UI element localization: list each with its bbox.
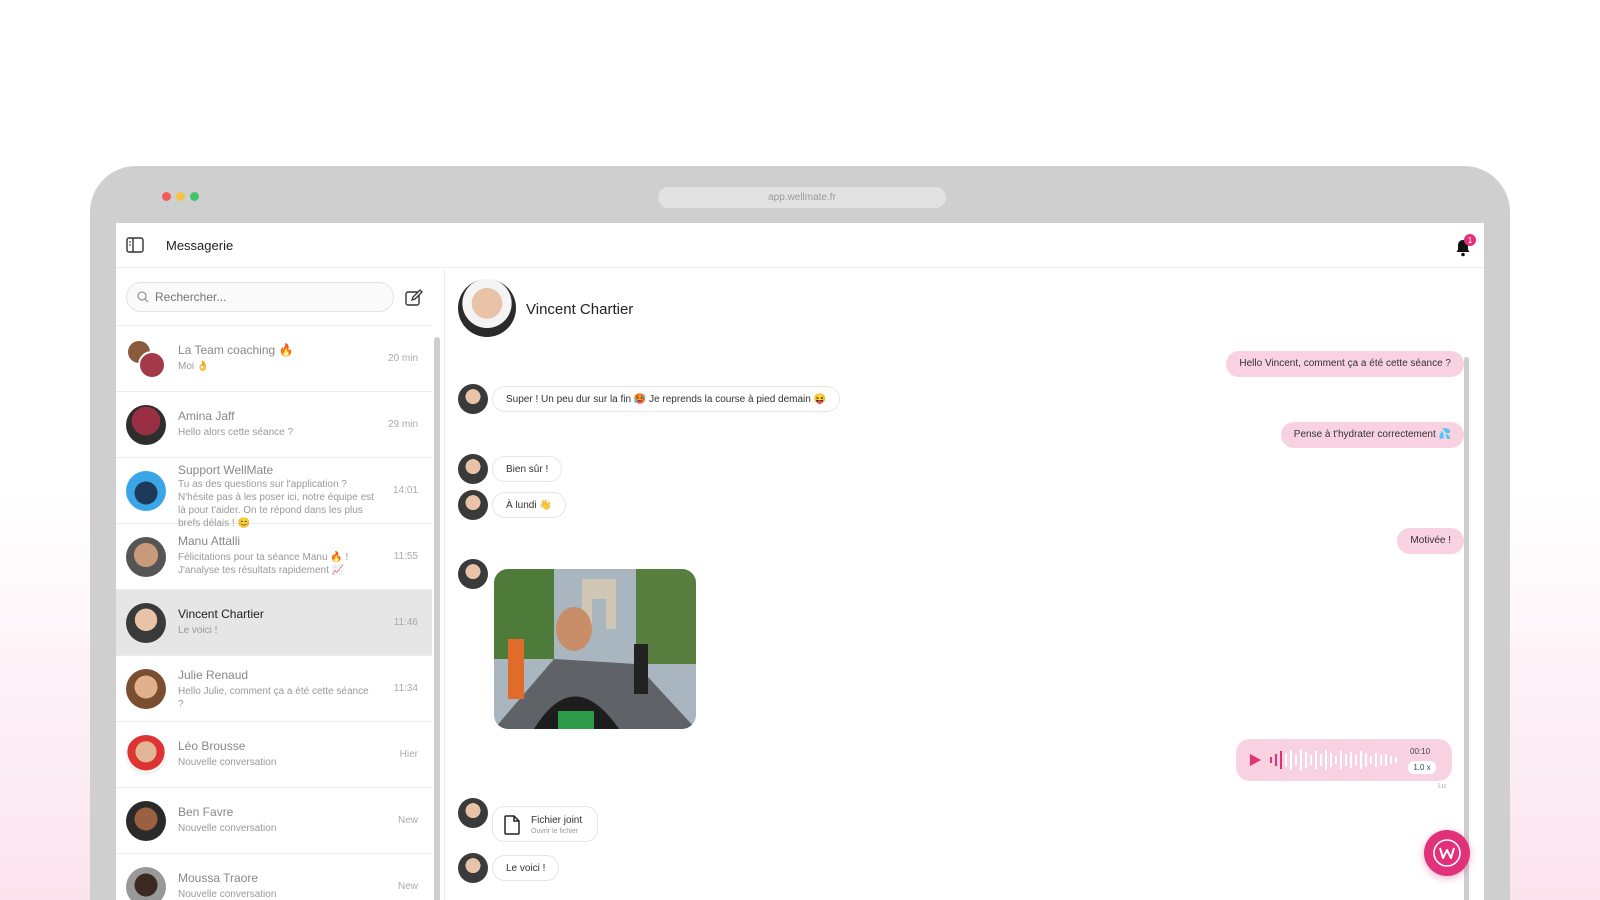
conversation-name: Vincent Chartier — [178, 607, 264, 621]
avatar — [126, 471, 166, 511]
app-screen: Messagerie 1 Rechercher... La Team coach… — [116, 223, 1484, 900]
open-file-link[interactable]: Ouvrir le fichier — [531, 828, 578, 835]
playback-speed-button[interactable]: 1.0 x — [1408, 761, 1436, 774]
window-controls — [162, 192, 199, 201]
file-attachment[interactable]: Fichier joint Ouvrir le fichier — [492, 806, 598, 842]
conversation-name: Support WellMate — [178, 463, 274, 477]
avatar — [126, 537, 166, 577]
conversation-preview: Tu as des questions sur l'application ? … — [178, 479, 374, 529]
voice-duration: 00:10 — [1410, 747, 1431, 756]
conversation-name: Manu Attalli — [178, 534, 241, 548]
avatar — [126, 339, 166, 379]
avatar — [126, 867, 166, 900]
conversation-time: 11:34 — [393, 683, 418, 694]
conversation-item[interactable]: Julie Renaud Hello Julie, comment ça a é… — [116, 656, 432, 722]
sender-avatar — [458, 384, 488, 414]
conversation-time: 29 min — [387, 419, 418, 430]
conversation-time: New — [397, 881, 418, 892]
conversation-item[interactable]: Amina Jaff Hello alors cette séance ? 29… — [116, 392, 432, 458]
message-bubble-outgoing: Pense à t'hydrater correctement 💦 — [1280, 422, 1464, 448]
conversation-preview: Nouvelle conversation — [178, 889, 277, 900]
sidebar-toggle-icon[interactable] — [126, 237, 144, 253]
notification-badge: 1 — [1464, 234, 1476, 246]
conversation-time: 11:46 — [393, 617, 418, 628]
selfie-photo — [494, 569, 696, 729]
avatar — [126, 669, 166, 709]
photo-attachment[interactable] — [494, 569, 696, 729]
contact-avatar[interactable] — [458, 279, 516, 337]
search-icon — [137, 291, 149, 303]
search-input[interactable] — [155, 290, 375, 304]
file-name: Fichier joint — [531, 815, 583, 826]
brand-fab-button[interactable] — [1424, 830, 1470, 876]
message-bubble-incoming: Le voici ! — [492, 855, 560, 881]
conversation-scrollbar[interactable] — [434, 337, 440, 900]
avatar — [126, 603, 166, 643]
play-icon[interactable] — [1248, 753, 1262, 767]
conversation-time: New — [397, 815, 418, 826]
avatar — [126, 735, 166, 775]
conversation-item[interactable]: La Team coaching 🔥 Moi 👌 20 min — [116, 326, 432, 392]
conversation-preview: Nouvelle conversation — [178, 823, 277, 834]
search-box[interactable] — [126, 282, 394, 312]
avatar — [126, 801, 166, 841]
top-bar: Messagerie 1 — [116, 223, 1484, 268]
sender-avatar — [458, 853, 488, 883]
read-status: Lu — [1438, 783, 1446, 790]
laptop-frame: app.wellmate.fr Messagerie 1 Rechercher.… — [90, 166, 1510, 900]
conversation-preview: Moi 👌 — [178, 361, 210, 372]
conversation-list: La Team coaching 🔥 Moi 👌 20 min Amina Ja… — [116, 325, 432, 900]
close-dot[interactable] — [162, 192, 171, 201]
message-bubble-incoming: Bien sûr ! — [492, 456, 563, 482]
maximize-dot[interactable] — [190, 192, 199, 201]
voice-waveform[interactable] — [1270, 747, 1400, 773]
conversation-preview: Le voici ! — [178, 625, 218, 636]
conversation-time: 20 min — [387, 353, 418, 364]
file-icon — [504, 815, 520, 835]
page-title: Messagerie — [166, 238, 234, 253]
conversation-name: Léo Brousse — [178, 739, 246, 753]
conversation-time: 11:55 — [393, 551, 418, 562]
conversation-name: Amina Jaff — [178, 409, 235, 423]
conversation-item[interactable]: Moussa Traore Nouvelle conversation New — [116, 854, 432, 900]
conversation-preview: Félicitations pour ta séance Manu 🔥 ! J'… — [178, 552, 349, 576]
minimize-dot[interactable] — [176, 192, 185, 201]
chat-panel: Vincent Chartier Hello Vincent, comment … — [446, 269, 1484, 900]
conversation-item[interactable]: Support WellMate Tu as des questions sur… — [116, 458, 432, 529]
conversation-item[interactable]: Manu Attalli Félicitations pour ta séanc… — [116, 524, 432, 590]
conversation-name: Ben Favre — [178, 805, 234, 819]
chat-scrollbar[interactable] — [1464, 357, 1469, 900]
conversation-preview: Hello Julie, comment ça a été cette séan… — [178, 686, 369, 710]
conversation-item[interactable]: Léo Brousse Nouvelle conversation Hier — [116, 722, 432, 788]
conversation-name: Moussa Traore — [178, 871, 259, 885]
voice-message: 00:10 1.0 x — [1236, 739, 1452, 781]
conversation-item[interactable]: Ben Favre Nouvelle conversation New — [116, 788, 432, 854]
conversation-item-active[interactable]: Vincent Chartier Le voici ! 11:46 — [116, 590, 432, 656]
contact-name: Vincent Chartier — [526, 301, 634, 318]
compose-icon[interactable] — [404, 288, 424, 308]
sender-avatar — [458, 490, 488, 520]
message-bubble-outgoing: Motivée ! — [1397, 528, 1464, 554]
sender-avatar — [458, 559, 488, 589]
conversation-time: 14:01 — [392, 485, 418, 496]
notifications-button[interactable]: 1 — [1454, 234, 1476, 258]
avatar — [126, 405, 166, 445]
url-bar[interactable]: app.wellmate.fr — [658, 187, 946, 208]
conversation-preview: Hello alors cette séance ? — [178, 427, 294, 438]
message-bubble-incoming: À lundi 👋 — [492, 492, 566, 518]
sender-avatar — [458, 454, 488, 484]
conversation-panel: La Team coaching 🔥 Moi 👌 20 min Amina Ja… — [116, 269, 445, 900]
conversation-name: La Team coaching 🔥 — [178, 343, 294, 357]
conversation-name: Julie Renaud — [178, 668, 249, 682]
message-bubble-outgoing: Hello Vincent, comment ça a été cette sé… — [1226, 351, 1464, 377]
conversation-preview: Nouvelle conversation — [178, 757, 277, 768]
conversation-time: Hier — [399, 749, 418, 760]
message-bubble-incoming: Super ! Un peu dur sur la fin 🥵 Je repre… — [492, 386, 841, 412]
sender-avatar — [458, 798, 488, 828]
brand-logo-icon — [1433, 839, 1461, 867]
